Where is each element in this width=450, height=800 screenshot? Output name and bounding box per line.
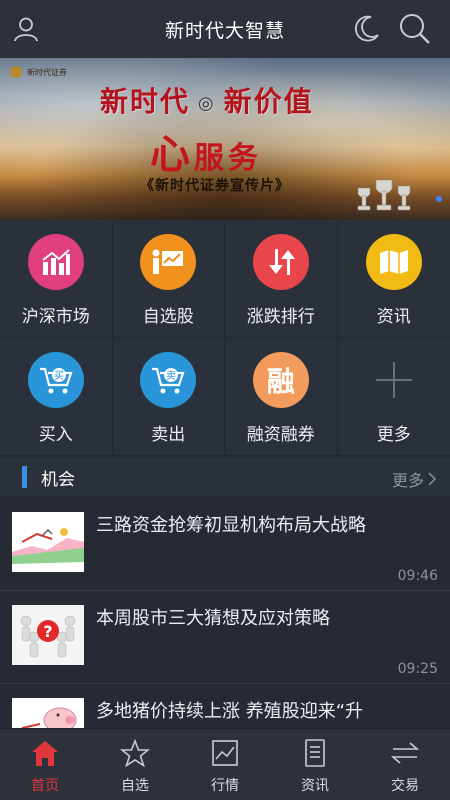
tab-market[interactable]: 行情 (180, 729, 270, 800)
tab-trade[interactable]: 交易 (360, 729, 450, 800)
banner-slogan-line2: 心服务 (150, 122, 262, 180)
news-time: 09:25 (397, 661, 438, 677)
presenter-chart-icon (140, 234, 197, 290)
buy-cart-icon: 买 (27, 352, 84, 408)
banner-logo: 新时代证券 (10, 66, 67, 78)
question-figures-thumb: ? (12, 605, 84, 665)
tab-news[interactable]: 资讯 (270, 729, 360, 800)
moon-icon[interactable] (348, 11, 384, 47)
page-title: 新时代大智慧 (164, 19, 285, 42)
plus-icon (366, 352, 422, 408)
logo-mark-icon (10, 66, 22, 78)
map-icon (365, 234, 422, 290)
grid-item-label: 卖出 (151, 425, 186, 445)
grid-item-news[interactable]: 资讯 (337, 220, 450, 338)
tab-label: 自选 (121, 778, 149, 794)
svg-text:?: ? (43, 622, 52, 641)
news-item[interactable]: ? 本周股市三大猜想及应对策略 09:25 (0, 591, 450, 684)
grid-item-label: 沪深市场 (21, 307, 90, 327)
line-chart-icon (212, 740, 238, 766)
app-screen: 新时代大智慧 新时代证券 新时代 ◎ 新价值 心服务 《新时代证券宣传片》 沪深… (0, 0, 450, 800)
grid-item-label: 更多 (376, 425, 411, 445)
star-icon (120, 739, 150, 767)
tab-watchlist[interactable]: 自选 (90, 729, 180, 800)
margin-icon: 融 (252, 352, 309, 408)
opportunity-section-header: 机会 更多 (0, 458, 450, 496)
more-label: 更多 (391, 471, 424, 490)
news-headline: 本周股市三大猜想及应对策略 (96, 608, 330, 629)
tab-label: 首页 (31, 778, 59, 794)
section-title: 机会 (41, 469, 75, 490)
grid-item-buy[interactable]: 买 买入 (0, 338, 113, 456)
bar-chart-icon (27, 234, 84, 290)
grid-item-label: 自选股 (142, 307, 194, 327)
grid-item-label: 涨跌排行 (246, 307, 315, 327)
news-list: 三路资金抢筹初显机构布局大战略 09:46 ? 本周股市三大猜想及应对策略 09… (0, 498, 450, 728)
slogan-service: 服务 (194, 141, 262, 176)
news-headline: 多地猪价持续上涨 养殖股迎来“升 (96, 701, 364, 722)
grid-item-label: 融资融券 (246, 425, 315, 445)
news-item[interactable]: 三路资金抢筹初显机构布局大战略 09:46 (0, 498, 450, 591)
slogan-left: 新时代 (100, 85, 191, 118)
news-time: 09:46 (397, 568, 438, 584)
grid-item-sell[interactable]: 卖 卖出 (112, 338, 225, 456)
grid-item-label: 买入 (38, 425, 73, 445)
slogan-heart-char: 心 (150, 131, 194, 178)
more-link[interactable]: 更多 (392, 467, 436, 491)
margin-badge-text: 融 (266, 365, 295, 398)
section-accent-bar (22, 466, 27, 488)
grid-item-watchlist[interactable]: 自选股 (112, 220, 225, 338)
promo-banner[interactable]: 新时代证券 新时代 ◎ 新价值 心服务 《新时代证券宣传片》 (0, 58, 450, 220)
user-icon[interactable] (8, 11, 44, 47)
pig-thumb (12, 698, 84, 728)
cartoon-money-thumb (12, 512, 84, 572)
buy-badge-text: 买 (54, 370, 64, 382)
exchange-arrows-icon (390, 742, 420, 764)
search-icon[interactable] (397, 11, 433, 47)
carousel-indicator[interactable] (436, 196, 442, 202)
swirl-icon: ◎ (198, 93, 216, 114)
tab-label: 行情 (211, 778, 239, 794)
tab-label: 交易 (391, 778, 419, 794)
bottom-tab-bar: 首页 自选 行情 资讯 交易 (0, 728, 450, 800)
grid-item-market[interactable]: 沪深市场 (0, 220, 113, 338)
banner-slogan-line1: 新时代 ◎ 新价值 (100, 80, 314, 120)
tab-home[interactable]: 首页 (0, 729, 90, 800)
grid-item-label: 资讯 (376, 307, 411, 327)
trophies-icon (357, 179, 411, 211)
news-headline: 三路资金抢筹初显机构布局大战略 (96, 515, 366, 536)
banner-caption: 《新时代证券宣传片》 (140, 178, 290, 194)
news-item[interactable]: 多地猪价持续上涨 养殖股迎来“升 (0, 684, 450, 728)
tab-label: 资讯 (301, 778, 329, 794)
sell-badge-text: 卖 (166, 370, 176, 382)
up-down-arrows-icon (252, 234, 309, 290)
sell-cart-icon: 卖 (140, 352, 197, 408)
home-icon (32, 741, 58, 766)
grid-item-margin[interactable]: 融 融资融券 (225, 338, 338, 456)
chevron-right-icon (428, 472, 436, 486)
function-grid: 沪深市场 自选股 涨跌排行 资讯 买 买入 卖 卖出 融 融资融券 更多 (0, 220, 450, 456)
grid-item-more[interactable]: 更多 (337, 338, 450, 456)
grid-item-ranking[interactable]: 涨跌排行 (225, 220, 338, 338)
slogan-right: 新价值 (223, 85, 314, 118)
document-icon (305, 739, 325, 767)
top-bar: 新时代大智慧 (0, 0, 450, 58)
logo-text: 新时代证券 (27, 67, 67, 77)
